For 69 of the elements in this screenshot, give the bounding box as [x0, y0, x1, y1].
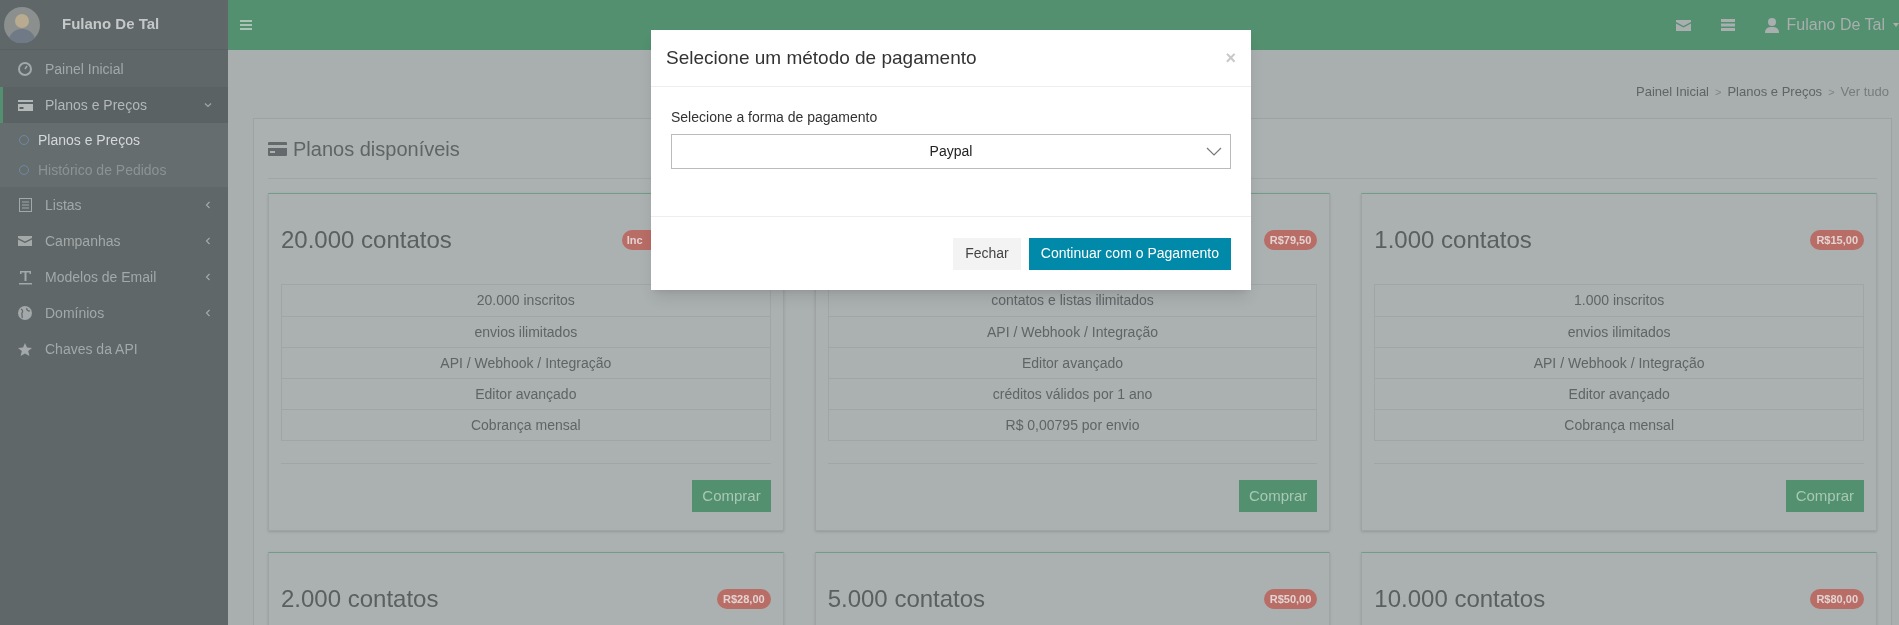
chevron-down-icon	[204, 101, 212, 109]
caret-icon[interactable]	[1893, 23, 1899, 27]
envelope-icon	[18, 236, 32, 246]
credit-card-icon	[17, 99, 33, 111]
menu-icon[interactable]	[240, 20, 252, 30]
plan-title: 20.000 contatos	[281, 225, 452, 255]
feature-cell-text: contatos e listas ilimitados	[990, 291, 1155, 310]
sidebar-item[interactable]: Modelos de Email	[0, 259, 228, 295]
user-name: Fulano De Tal	[62, 14, 160, 35]
text-icon	[18, 269, 32, 285]
sidebar-item[interactable]: Planos e Preços	[0, 87, 228, 123]
buy-button[interactable]: Comprar	[692, 480, 771, 512]
buy-button[interactable]: Comprar	[1785, 480, 1864, 512]
field-label: Selecione a forma de pagamento	[671, 108, 879, 127]
table-icon	[18, 198, 32, 212]
feature-cell: envios ilimitados	[282, 316, 770, 347]
feature-cell-text: 1.000 inscritos	[1573, 291, 1666, 310]
globe-icon	[18, 306, 32, 320]
continue-button[interactable]: Continuar com o Pagamento	[1028, 237, 1231, 270]
user-menu[interactable]: Fulano De Tal	[1786, 13, 1885, 37]
price-badge: R$79,50	[1263, 229, 1318, 251]
chevron-down-icon	[1206, 147, 1222, 156]
star-icon	[18, 342, 32, 356]
dialog-title: Selecione um método de pagamento	[666, 45, 977, 70]
avatar-icon	[4, 6, 40, 43]
chevron-left-icon	[204, 201, 212, 209]
feature-cell: API / Webhook / Integração	[1375, 347, 1863, 378]
panel-title: Planos disponíveis	[293, 136, 460, 162]
chevron-left-icon	[204, 237, 212, 245]
breadcrumb-separator: >	[1715, 84, 1722, 100]
sidebar-item[interactable]: Chaves da API	[0, 331, 228, 367]
feature-cell: R$ 0,00795 por envio	[828, 409, 1317, 440]
feature-cell: créditos válidos por 1 ano	[828, 378, 1317, 409]
chevron-left-icon	[204, 273, 212, 281]
close-button[interactable]: ×	[1225, 49, 1236, 67]
breadcrumb-link[interactable]: Planos e Preços	[1727, 82, 1823, 102]
price-badge: R$28,00	[717, 588, 771, 610]
price-badge: R$50,00	[1263, 588, 1318, 610]
close-dialog-button[interactable]: Fechar	[953, 237, 1021, 270]
sidebar-item[interactable]: Listas	[0, 187, 228, 223]
feature-cell: Editor avançado	[828, 347, 1317, 378]
plan-title: 5.000 contatos	[827, 584, 986, 614]
payment-method-select[interactable]: Paypal	[671, 134, 1231, 169]
plan-title: 1.000 contatos	[1374, 225, 1532, 255]
price-badge: R$80,00	[1810, 588, 1864, 610]
feature-cell: API / Webhook / Integração	[828, 316, 1317, 347]
breadcrumb-link[interactable]: Painel Inicial	[1636, 82, 1709, 102]
price-badge: R$15,00	[1810, 229, 1864, 251]
sidebar-item[interactable]: Domínios	[0, 295, 228, 331]
plan-title: 2.000 contatos	[281, 584, 439, 614]
breadcrumb-separator: >	[1828, 84, 1835, 100]
feature-cell: Editor avançado	[1375, 378, 1863, 409]
sidebar-item[interactable]: Campanhas	[0, 223, 228, 259]
feature-cell: envios ilimitados	[1375, 316, 1863, 347]
submenu-item[interactable]: Planos e Preços	[0, 125, 228, 155]
user-icon[interactable]	[1764, 17, 1779, 33]
buy-button[interactable]: Comprar	[1238, 480, 1318, 512]
feature-cell: Cobrança mensal	[1375, 409, 1863, 440]
feature-cell: API / Webhook / Integração	[282, 347, 770, 378]
feature-cell-text: 20.000 inscritos	[475, 291, 576, 310]
chevron-left-icon	[204, 309, 212, 317]
list-icon[interactable]	[1720, 19, 1735, 31]
mail-icon[interactable]	[1675, 19, 1691, 31]
feature-cell: Cobrança mensal	[282, 409, 770, 440]
credit-card-icon	[268, 141, 287, 156]
plan-title: 10.000 contatos	[1374, 584, 1546, 614]
dashboard-icon	[18, 62, 32, 76]
sidebar-item[interactable]: Painel Inicial	[0, 51, 228, 87]
feature-cell: Editor avançado	[282, 378, 770, 409]
